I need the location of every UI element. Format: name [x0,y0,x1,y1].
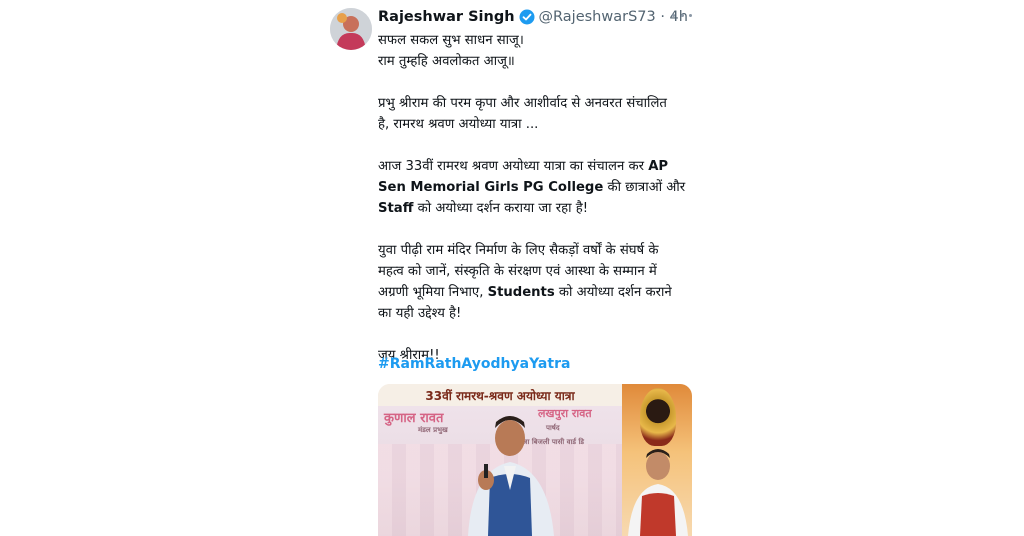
tweet-text: सफल सकल सुभ साधन साजू। राम तुम्हहि अवलोक… [378,30,696,366]
tweet-media-image[interactable]: कुणाल रावत लखपुरा रावत मंडल प्रभुख पार्ष… [378,384,692,536]
inset-portrait [628,449,688,536]
text-line: युवा पीढ़ी राम मंदिर निर्माण के लिए सैकड… [378,243,659,258]
tweet-header: Rajeshwar Singh @RajeshwarS73 · 4h [378,6,688,28]
speaker-figure [468,416,554,536]
media-banner: 33वीं रामरथ-श्रवण अयोध्या यात्रा [378,384,622,406]
idol-image [640,388,676,446]
author-name[interactable]: Rajeshwar Singh [378,9,515,25]
backdrop-text: कुणाल रावत [384,411,444,426]
text-line: राम तुम्हहि अवलोकत आजू॥ [378,54,515,69]
text-segment-bold: Students [487,285,555,300]
text-segment-bold: Sen Memorial Girls PG College [378,180,604,195]
text-segment-bold: AP [648,159,669,174]
text-line: सफल सकल सुभ साधन साजू। [378,33,524,48]
tweet[interactable]: Rajeshwar Singh @RajeshwarS73 · 4h सफल स… [326,0,698,536]
text-line: है, रामरथ श्रवण अयोध्या यात्रा ... [378,117,539,132]
text-line: महत्व को जानें, संस्कृति के संरक्षण एवं … [378,264,657,279]
author-handle-time[interactable]: @RajeshwarS73 · 4h [539,9,688,25]
text-segment: अग्रणी भूमिया निभाए, [378,285,488,300]
more-options-icon[interactable] [672,8,692,22]
backdrop-text: मंडल प्रभुख [418,426,448,434]
text-segment-bold: Staff [378,201,414,216]
hashtag-link[interactable]: #RamRathAyodhyaYatra [378,356,570,372]
text-line: का यही उद्देश्य है! [378,306,462,321]
text-line: Sen Memorial Girls PG College की छात्राओ… [378,177,696,198]
text-segment: को अयोध्या दर्शन कराने [554,285,672,300]
text-line: अग्रणी भूमिया निभाए, Students को अयोध्या… [378,282,696,303]
text-segment: की छात्राओं और [603,180,686,195]
verified-badge-icon [519,9,535,25]
text-segment: आज 33वीं रामरथ श्रवण अयोध्या यात्रा का स… [378,159,649,174]
text-line: प्रभु श्रीराम की परम कृपा और आशीर्वाद से… [378,96,667,111]
avatar[interactable] [330,8,372,50]
text-line: आज 33वीं रामरथ श्रवण अयोध्या यात्रा का स… [378,156,696,177]
text-segment: को अयोध्या दर्शन कराया जा रहा है! [413,201,589,216]
text-line: Staff को अयोध्या दर्शन कराया जा रहा है! [378,198,696,219]
